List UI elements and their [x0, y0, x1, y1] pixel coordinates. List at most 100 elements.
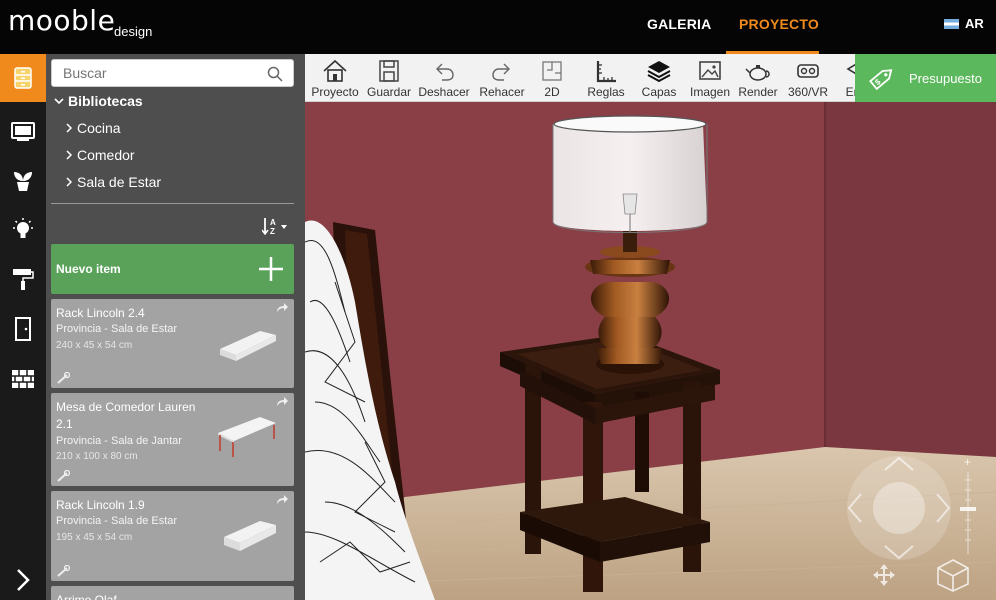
toolbar-360vr-button[interactable]: 360/VR [786, 54, 830, 101]
toolbar-2d-button[interactable]: 2D [537, 54, 567, 101]
share-icon[interactable] [276, 495, 288, 505]
card-title: Rack Lincoln 2.4 [56, 306, 145, 320]
toolbar-label: Rehacer [479, 85, 525, 99]
redo-icon [492, 63, 510, 81]
svg-text:Z: Z [270, 227, 275, 235]
app-logo[interactable]: mooble [8, 4, 115, 37]
library-card-arrimo-olaf[interactable]: Arrimo Olaf [51, 586, 294, 600]
ruler-icon [596, 61, 616, 83]
paint-roller-icon [13, 269, 34, 290]
tree-root-bibliotecas[interactable]: Bibliotecas [54, 93, 143, 109]
card-title: Arrimo Olaf [56, 593, 117, 600]
toolbar-capas-button[interactable]: Capas [640, 54, 678, 101]
svg-text:+: + [964, 456, 971, 469]
share-icon[interactable] [276, 303, 288, 313]
library-card-mesa-de-comedor-lauren[interactable]: Mesa de Comedor Lauren 2.1 Provincia - S… [51, 393, 294, 486]
rail-electronics-button[interactable] [0, 107, 46, 155]
rail-walls-button[interactable] [0, 355, 46, 403]
toolbar-label: Guardar [366, 85, 412, 99]
brick-wall-icon [12, 370, 34, 388]
budget-label: Presupuesto [909, 70, 982, 86]
camera-joystick[interactable] [845, 454, 953, 562]
teapot-icon [745, 65, 770, 81]
zoom-handle[interactable] [960, 507, 976, 511]
search-icon[interactable] [267, 66, 283, 82]
tree-item-label: Cocina [77, 120, 121, 136]
panel-divider [51, 203, 294, 204]
tree-item-comedor[interactable]: Comedor [66, 147, 135, 163]
region-label: AR [965, 16, 984, 31]
card-subtitle: Provincia - Sala de Jantar [56, 435, 182, 447]
rack-thumbnail-icon [224, 521, 276, 551]
library-card-rack-lincoln-2-4[interactable]: Rack Lincoln 2.4 Provincia - Sala de Est… [51, 299, 294, 388]
home-icon [323, 59, 347, 82]
rail-furniture-button[interactable] [0, 54, 46, 102]
tool-icon[interactable] [56, 470, 70, 482]
library-card-rack-lincoln-1-9[interactable]: Rack Lincoln 1.9 Provincia - Sala de Est… [51, 491, 294, 581]
toolbar-label: 360/VR [787, 85, 829, 99]
nav-tab-galeria[interactable]: GALERIA [647, 16, 711, 32]
rail-expand-button[interactable] [0, 560, 46, 600]
table-thumbnail-icon [218, 417, 276, 457]
rail-doors-button[interactable] [0, 305, 46, 353]
rail-paint-button[interactable] [0, 255, 46, 303]
toolbar-deshacer-button[interactable]: Deshacer [417, 54, 471, 101]
budget-button[interactable]: $ Presupuesto [855, 54, 996, 102]
pan-arrows-icon[interactable] [873, 564, 895, 586]
toolbar-rehacer-button[interactable]: Rehacer [477, 54, 527, 101]
toolbar-imagen-button[interactable]: Imagen [688, 54, 732, 101]
tree-item-cocina[interactable]: Cocina [66, 120, 121, 136]
toolbar-en-button[interactable]: En [838, 54, 855, 101]
toolbar-label: En [845, 85, 855, 99]
svg-text:A: A [270, 218, 276, 227]
tree-item-label: Comedor [77, 147, 135, 163]
toolbar-label: Capas [641, 85, 677, 99]
sort-button[interactable]: AZ [262, 217, 288, 235]
toolbar-reglas-button[interactable]: Reglas [586, 54, 626, 101]
toolbar-label: Imagen [689, 85, 731, 99]
toolbar-render-button[interactable]: Render [738, 54, 778, 101]
view-cube-icon[interactable] [936, 558, 970, 592]
vr-headset-icon [797, 64, 819, 78]
new-item-label: Nuevo item [56, 262, 121, 276]
zoom-slider[interactable]: + [958, 456, 978, 556]
chevron-right-icon [66, 177, 73, 187]
save-icon [379, 60, 399, 82]
tree-item-label: Sala de Estar [77, 174, 162, 190]
card-dimensions: 195 x 45 x 54 cm [56, 532, 133, 543]
toolbar-proyecto-button[interactable]: Proyecto [310, 54, 360, 101]
lightbulb-icon [13, 218, 33, 238]
search-input[interactable] [52, 60, 252, 86]
top-bar: mooble design GALERIA PROYECTO AR [0, 0, 996, 54]
nav-tab-proyecto[interactable]: PROYECTO [739, 16, 819, 32]
door-icon [15, 317, 31, 341]
rail-lighting-button[interactable] [0, 206, 46, 254]
main-toolbar: Proyecto Guardar Deshacer Rehacer 2D Reg… [305, 54, 855, 102]
chevron-down-icon [54, 98, 64, 105]
tool-icon[interactable] [56, 565, 70, 577]
category-rail [0, 54, 46, 600]
library-panel: Bibliotecas Cocina Comedor Sala de Estar… [46, 54, 305, 600]
partial-tool-icon [846, 63, 855, 75]
toolbar-label: Render [738, 85, 778, 99]
toolbar-guardar-button[interactable]: Guardar [366, 54, 412, 101]
tree-item-sala-de-estar[interactable]: Sala de Estar [66, 174, 161, 190]
argentina-flag-icon [944, 18, 959, 29]
sort-alpha-icon: AZ [262, 218, 287, 235]
toolbar-label: Proyecto [311, 85, 359, 99]
region-selector[interactable]: AR [944, 16, 984, 31]
card-subtitle: Provincia - Sala de Estar [56, 515, 178, 527]
tool-icon[interactable] [56, 372, 70, 384]
chevron-right-icon [66, 150, 73, 160]
toolbar-label: Reglas [587, 85, 625, 99]
image-icon [699, 61, 721, 80]
chevron-right-icon [66, 123, 73, 133]
rail-plants-button[interactable] [0, 156, 46, 204]
share-icon[interactable] [276, 397, 288, 407]
plus-icon [259, 257, 283, 281]
card-subtitle: Provincia - Sala de Estar [56, 323, 178, 335]
chevron-right-icon [17, 569, 30, 591]
card-dimensions: 210 x 100 x 80 cm [56, 451, 138, 462]
new-item-button[interactable]: Nuevo item [51, 244, 294, 294]
search-box [51, 59, 294, 87]
